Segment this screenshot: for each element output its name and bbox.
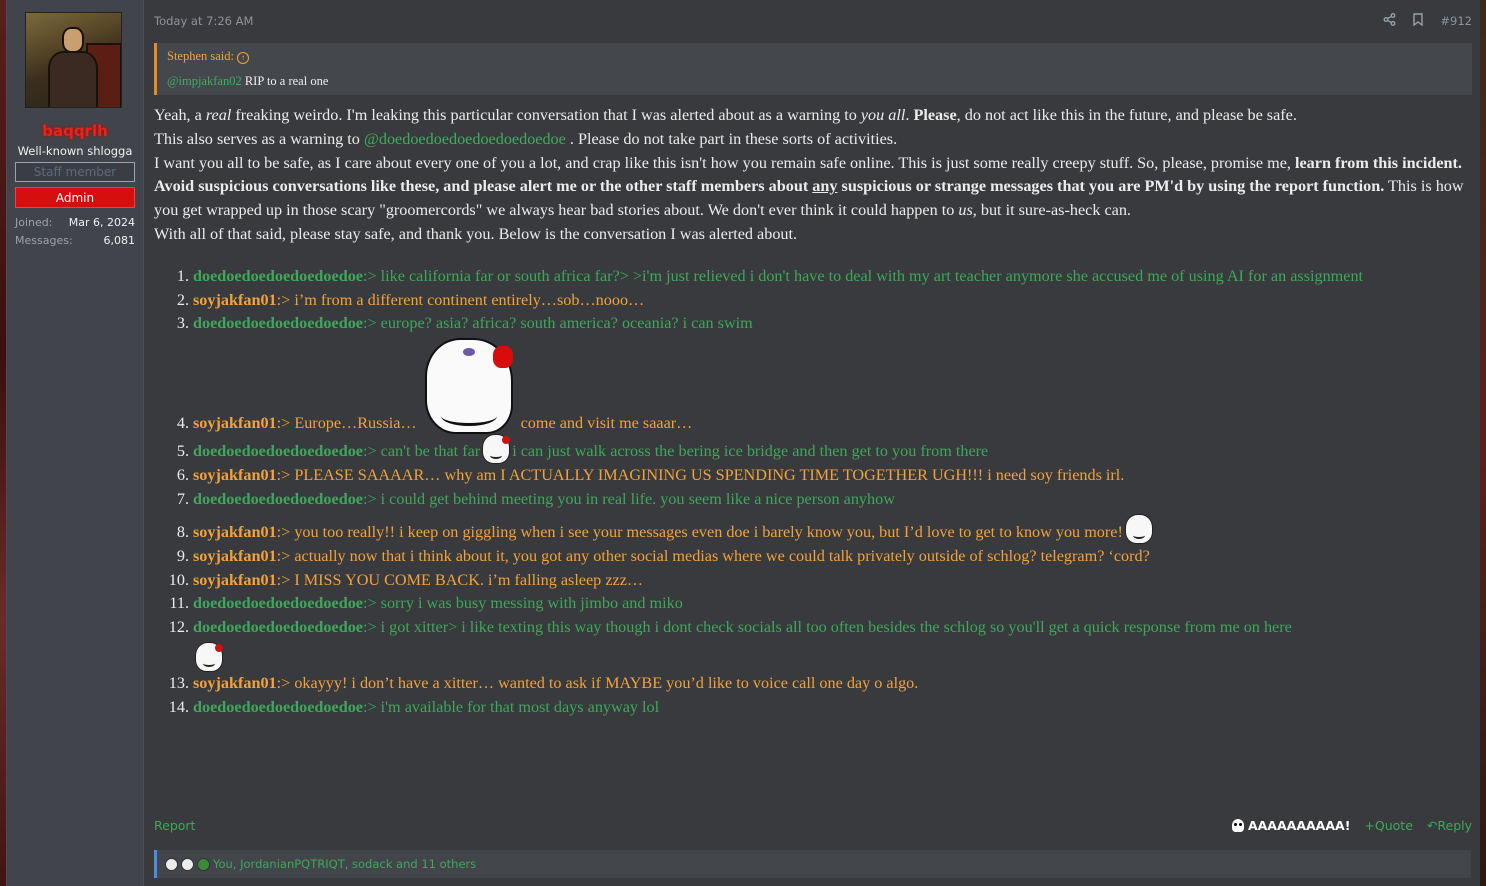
message-footer: Report AAAAAAAAAA! +Quote ↶Reply [154,812,1472,838]
username[interactable]: baqqrlh [15,122,135,140]
list-item: 8. soyjakfan01:> you too really!! i keep … [154,514,1472,545]
paragraph-2: This also serves as a warning to @doedoe… [154,129,898,148]
post-number[interactable]: #912 [1440,14,1472,28]
body-mention[interactable]: @doedoedoedoedoedoedoedoe [364,130,566,148]
list-item: 9. soyjakfan01:> actually now that i thin… [176,546,1150,565]
list-item: 1. doedoedoedoedoedoedoe:> like californi… [176,266,1364,285]
soyjak-emoji-small [1123,512,1155,545]
background-edge-right [1480,0,1486,886]
paragraph-4: With all of that said, please stay safe,… [154,224,798,243]
list-item: 7. doedoedoedoedoedoedoe:> i could get be… [176,490,895,509]
report-link[interactable]: Report [154,818,195,833]
list-item: 11. doedoedoedoedoedoedoe:> sorry i was b… [169,594,683,613]
joined-label: Joined: [15,216,53,229]
list-item: 5. doedoedoedoedoedoedoe:> can't be that … [154,434,1472,465]
arrow-up-icon[interactable]: ↑ [237,52,250,64]
list-item: 3. doedoedoedoedoedoedoe:> europe? asia? … [176,314,753,333]
quote-body: @impjakfan02 RIP to a real one [167,74,1462,89]
quote-mention[interactable]: @impjakfan02 [167,74,242,88]
soyjak-reaction-icon [181,857,194,871]
soyjak-emoji-small [193,640,225,673]
forum-post: baqqrlh Well-known shlogga Staff member … [6,0,1480,886]
message-main: Today at 7:26 AM #912 Stephen said: ↑ @im… [144,0,1480,886]
message-actions: AAAAAAAAAA! +Quote ↶Reply [1231,818,1472,833]
soyjak-hat-reaction-icon [197,857,210,871]
reaction-button[interactable]: AAAAAAAAAA! [1231,818,1350,833]
soyjak-emoji-large [421,336,517,436]
message-header: Today at 7:26 AM #912 [154,0,1472,42]
skull-reaction-icon [165,857,178,871]
quote-author[interactable]: Stephen said: ↑ [167,49,1462,64]
reactions-bar[interactable]: You, JordanianPQTRIQT, sodack and 11 oth… [154,850,1471,878]
bookmark-icon[interactable] [1412,12,1424,30]
joined-value: Mar 6, 2024 [68,216,135,229]
paragraph-1: Yeah, a real freaking weirdo. I'm leakin… [154,106,1297,124]
admin-banner: Admin [15,187,135,208]
list-item: 2. soyjakfan01:> i’m from a different con… [176,290,645,309]
skull-icon [1231,818,1244,832]
paragraph-3: I want you all to be safe, as I care abo… [154,153,1464,220]
list-item: 6. soyjakfan01:> PLEASE SAAAAR… why am I … [176,466,1125,485]
reply-arrow-icon: ↶ [1426,817,1438,833]
post-timestamp[interactable]: Today at 7:26 AM [154,14,253,28]
user-title: Well-known shlogga [17,144,133,158]
staff-member-banner: Staff member [15,162,135,182]
list-item: 12. doedoedoedoedoedoedoe:> i got xitter>… [154,616,1472,673]
list-item: 10. soyjakfan01:> I MISS YOU COME BACK. i… [168,570,644,589]
avatar[interactable] [25,12,122,108]
quote-text: RIP to a real one [241,74,329,88]
quote-block: Stephen said: ↑ @impjakfan02 RIP to a rea… [154,43,1472,95]
reply-button[interactable]: ↶Reply [1427,818,1472,833]
conversation-list: 1. doedoedoedoedoedoedoe:> like californi… [154,265,1472,720]
share-icon[interactable] [1383,12,1396,30]
soyjak-emoji-small [480,432,512,465]
list-item: 13. soyjakfan01:> okayyy! i don’t have a … [168,674,919,693]
reactions-summary[interactable]: You, JordanianPQTRIQT, sodack and 11 oth… [213,857,476,871]
messages-value[interactable]: 6,081 [104,232,136,250]
quote-button[interactable]: +Quote [1364,818,1412,833]
messages-label: Messages: [15,234,73,247]
message-body: Yeah, a real freaking weirdo. I'm leakin… [154,104,1472,247]
list-item: 14. doedoedoedoedoedoedoe:> i'm available… [168,697,660,716]
user-stats: Joined: Mar 6, 2024 Messages: 6,081 [15,214,135,250]
list-item: 4. soyjakfan01:> Europe…Russia… come and v… [154,336,1472,436]
user-sidebar: baqqrlh Well-known shlogga Staff member … [7,0,144,886]
